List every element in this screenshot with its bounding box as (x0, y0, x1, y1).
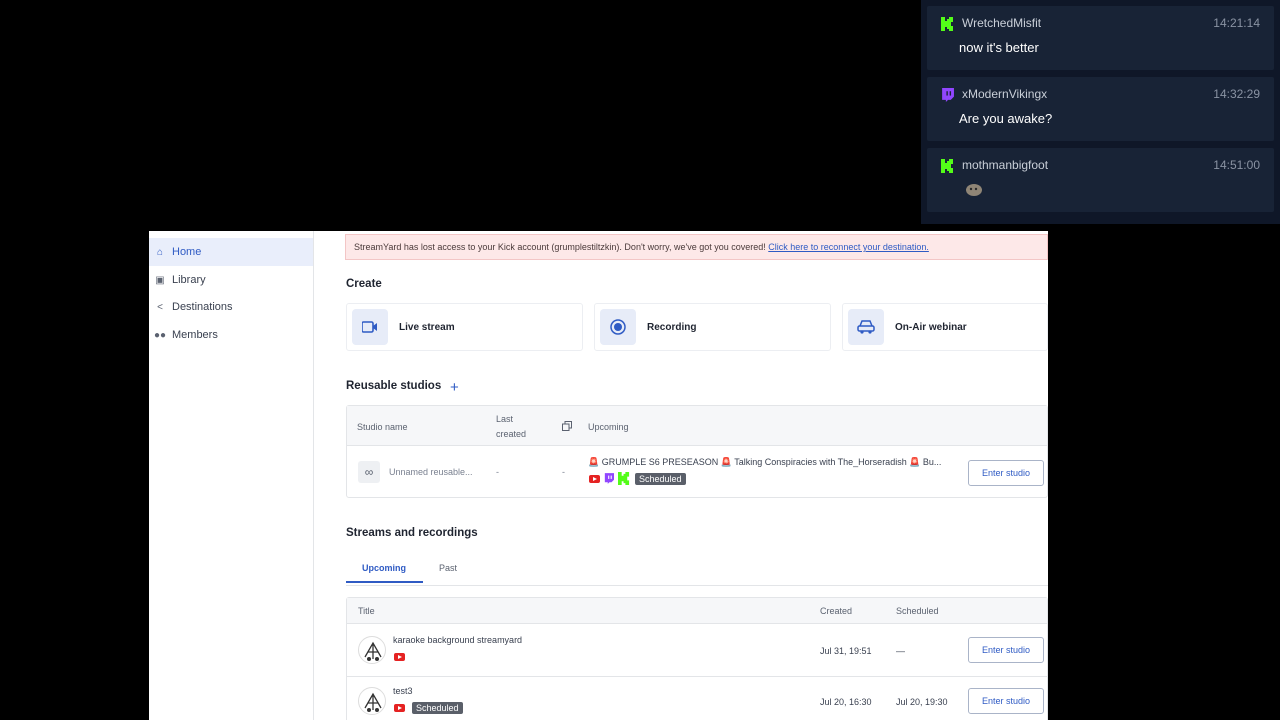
create-title: Create (346, 278, 382, 290)
youtube-icon (589, 475, 600, 483)
webinar-icon (848, 309, 884, 345)
stream-title[interactable]: test3 (393, 686, 413, 696)
chat-timestamp: 14:51:00 (1213, 158, 1260, 172)
chat-message: xModernVikingx 14:32:29 Are you awake? (927, 77, 1274, 141)
stream-thumbnail (358, 687, 386, 715)
kick-icon (618, 472, 630, 485)
streams-title: Streams and recordings (346, 527, 478, 539)
library-icon: ▣ (155, 274, 165, 286)
tab-divider (346, 585, 1048, 586)
table-header (347, 598, 1047, 624)
chat-username: xModernVikingx (962, 87, 1048, 101)
sidebar-item-label: Library (172, 274, 206, 286)
column-header: created (496, 429, 527, 439)
column-header: Studio name (357, 422, 408, 432)
row-divider (347, 676, 1047, 677)
upcoming-title[interactable]: 🚨 GRUMPLE S6 PRESEASON 🚨 Talking Conspir… (588, 457, 941, 468)
tab-past[interactable]: Past (439, 563, 457, 573)
chat-message: WretchedMisfit 14:21:14 now it's better (927, 6, 1274, 70)
alert-banner: StreamYard has lost access to your Kick … (345, 234, 1048, 260)
copy-icon (562, 421, 572, 431)
live-stream-card[interactable]: Live stream (346, 303, 583, 351)
share-icon: < (157, 301, 163, 313)
created-date: Jul 31, 19:51 (820, 646, 872, 656)
youtube-icon (394, 704, 405, 712)
sidebar-item-members[interactable]: ●● Members (149, 321, 313, 349)
camera-icon (352, 309, 388, 345)
main-content: StreamYard has lost access to your Kick … (314, 231, 1048, 720)
reusable-studios-table: Studio name Last created Upcoming ∞ Unna… (346, 405, 1048, 498)
chat-overlay: WretchedMisfit 14:21:14 now it's better … (921, 0, 1280, 224)
add-studio-icon[interactable]: + (450, 379, 459, 396)
stream-title[interactable]: karaoke background streamyard (393, 635, 522, 645)
sidebar-item-destinations[interactable]: < Destinations (149, 293, 313, 321)
sidebar-item-home[interactable]: ⌂ Home (149, 238, 313, 266)
twitch-icon (942, 88, 954, 102)
sidebar-item-label: Members (172, 329, 218, 341)
tab-upcoming[interactable]: Upcoming (362, 563, 406, 573)
reusable-studios-title: Reusable studios (346, 380, 442, 392)
reconnect-link[interactable]: Click here to reconnect your destination… (768, 242, 929, 252)
column-header: Upcoming (588, 422, 629, 432)
youtube-icon (394, 653, 405, 661)
enter-studio-button[interactable]: Enter studio (968, 460, 1044, 486)
table-header (347, 406, 1047, 446)
enter-studio-button[interactable]: Enter studio (968, 688, 1044, 714)
record-icon (600, 309, 636, 345)
column-header: Created (820, 606, 853, 616)
card-label: Recording (647, 321, 697, 333)
recording-card[interactable]: Recording (594, 303, 831, 351)
kick-icon (941, 17, 953, 31)
home-icon: ⌂ (156, 246, 164, 258)
sidebar-item-label: Destinations (172, 301, 233, 313)
status-badge: Scheduled (412, 702, 463, 714)
scheduled-date: Jul 20, 19:30 (896, 697, 948, 707)
last-created: - (496, 467, 499, 477)
status-badge: Scheduled (635, 473, 686, 485)
chat-text: Are you awake? (959, 111, 1053, 126)
chat-username: mothmanbigfoot (962, 158, 1049, 172)
chat-message: mothmanbigfoot 14:51:00 (927, 148, 1274, 212)
webinar-card[interactable]: On-Air webinar (842, 303, 1048, 351)
kick-icon (941, 159, 953, 173)
alert-text: StreamYard has lost access to your Kick … (354, 242, 769, 252)
twitch-icon (604, 473, 614, 484)
column-header: Scheduled (896, 606, 939, 616)
infinity-icon: ∞ (358, 461, 380, 483)
studio-name: Unnamed reusable... (389, 467, 473, 477)
created-date: Jul 20, 16:30 (820, 697, 872, 707)
enter-studio-button[interactable]: Enter studio (968, 637, 1044, 663)
sidebar-item-label: Home (172, 246, 202, 258)
emote-icon (966, 184, 982, 196)
chat-timestamp: 14:32:29 (1213, 87, 1260, 101)
active-tab-indicator (346, 581, 423, 583)
members-icon: ●● (153, 329, 167, 341)
card-label: Live stream (399, 321, 455, 333)
streamyard-window: ⌂ Home ▣ Library < Destinations ●● Membe… (149, 231, 1048, 720)
copy-value: - (562, 467, 565, 477)
streams-table: Title Created Scheduled karaoke backgrou… (346, 597, 1048, 720)
sidebar-item-library[interactable]: ▣ Library (149, 266, 313, 294)
sidebar: ⌂ Home ▣ Library < Destinations ●● Membe… (149, 231, 314, 720)
chat-text: now it's better (959, 40, 1039, 55)
chat-timestamp: 14:21:14 (1213, 16, 1260, 30)
stream-thumbnail (358, 636, 386, 664)
scheduled-date: — (896, 646, 905, 656)
column-header: Last (496, 414, 514, 424)
column-header: Title (358, 606, 375, 616)
card-label: On-Air webinar (895, 321, 967, 333)
chat-username: WretchedMisfit (962, 16, 1042, 30)
